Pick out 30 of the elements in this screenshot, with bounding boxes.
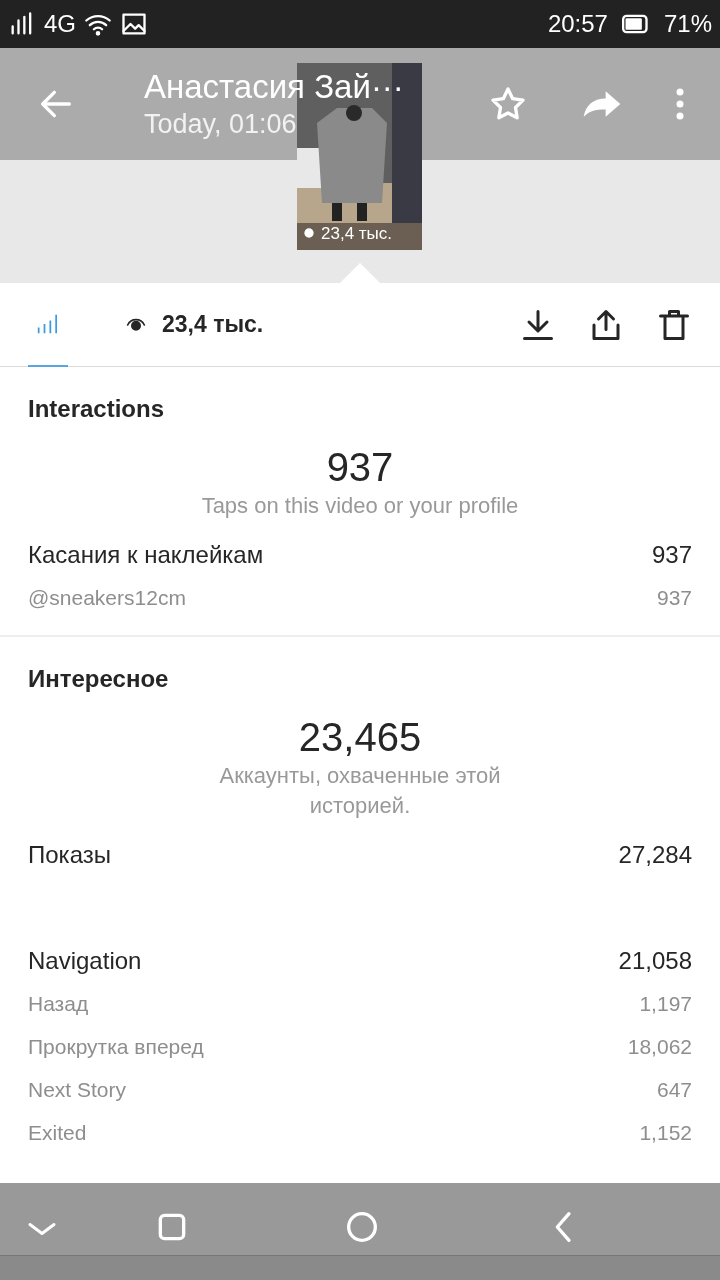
metric-value: 1,152 xyxy=(639,1119,692,1146)
total-value: 23,465 xyxy=(298,714,422,761)
network-label: 4G xyxy=(44,9,76,39)
view-count: 23,4 тыс. xyxy=(321,222,393,245)
metric-value: 27,284 xyxy=(618,839,692,870)
section-title: Интересное xyxy=(28,664,170,694)
metric-value: 21,058 xyxy=(618,945,692,976)
metric-label: @sneakers12cm xyxy=(28,584,186,611)
metric-label: Next Story xyxy=(28,1076,127,1103)
total-value: 937 xyxy=(326,444,394,491)
clock: 20:57 xyxy=(547,9,608,39)
total-caption: Аккаунты, охваченные этой историей. xyxy=(218,762,502,820)
metric-label: Касания к наклейкам xyxy=(28,539,264,570)
section-title: Interactions xyxy=(28,394,166,424)
metric-label: Назад xyxy=(28,990,89,1017)
metric-value: 18,062 xyxy=(627,1033,692,1060)
metric-label: Navigation xyxy=(28,945,142,976)
story-time: Today, 01:06 xyxy=(144,108,298,141)
metric-label: Прокрутка вперед xyxy=(28,1033,204,1060)
metric-value: 647 xyxy=(656,1076,692,1103)
view-count: 23,4 тыс. xyxy=(162,310,264,340)
metric-label: Exited xyxy=(28,1119,87,1146)
more-icon xyxy=(676,86,684,122)
more-button[interactable] xyxy=(676,86,684,122)
total-caption: Taps on this video or your profile xyxy=(200,492,520,520)
metric-value: 937 xyxy=(656,584,692,611)
metric-value: 1,197 xyxy=(639,990,692,1017)
battery-percent: 71% xyxy=(663,9,712,39)
metric-value: 937 xyxy=(651,539,692,570)
metric-label: Показы xyxy=(28,839,111,870)
